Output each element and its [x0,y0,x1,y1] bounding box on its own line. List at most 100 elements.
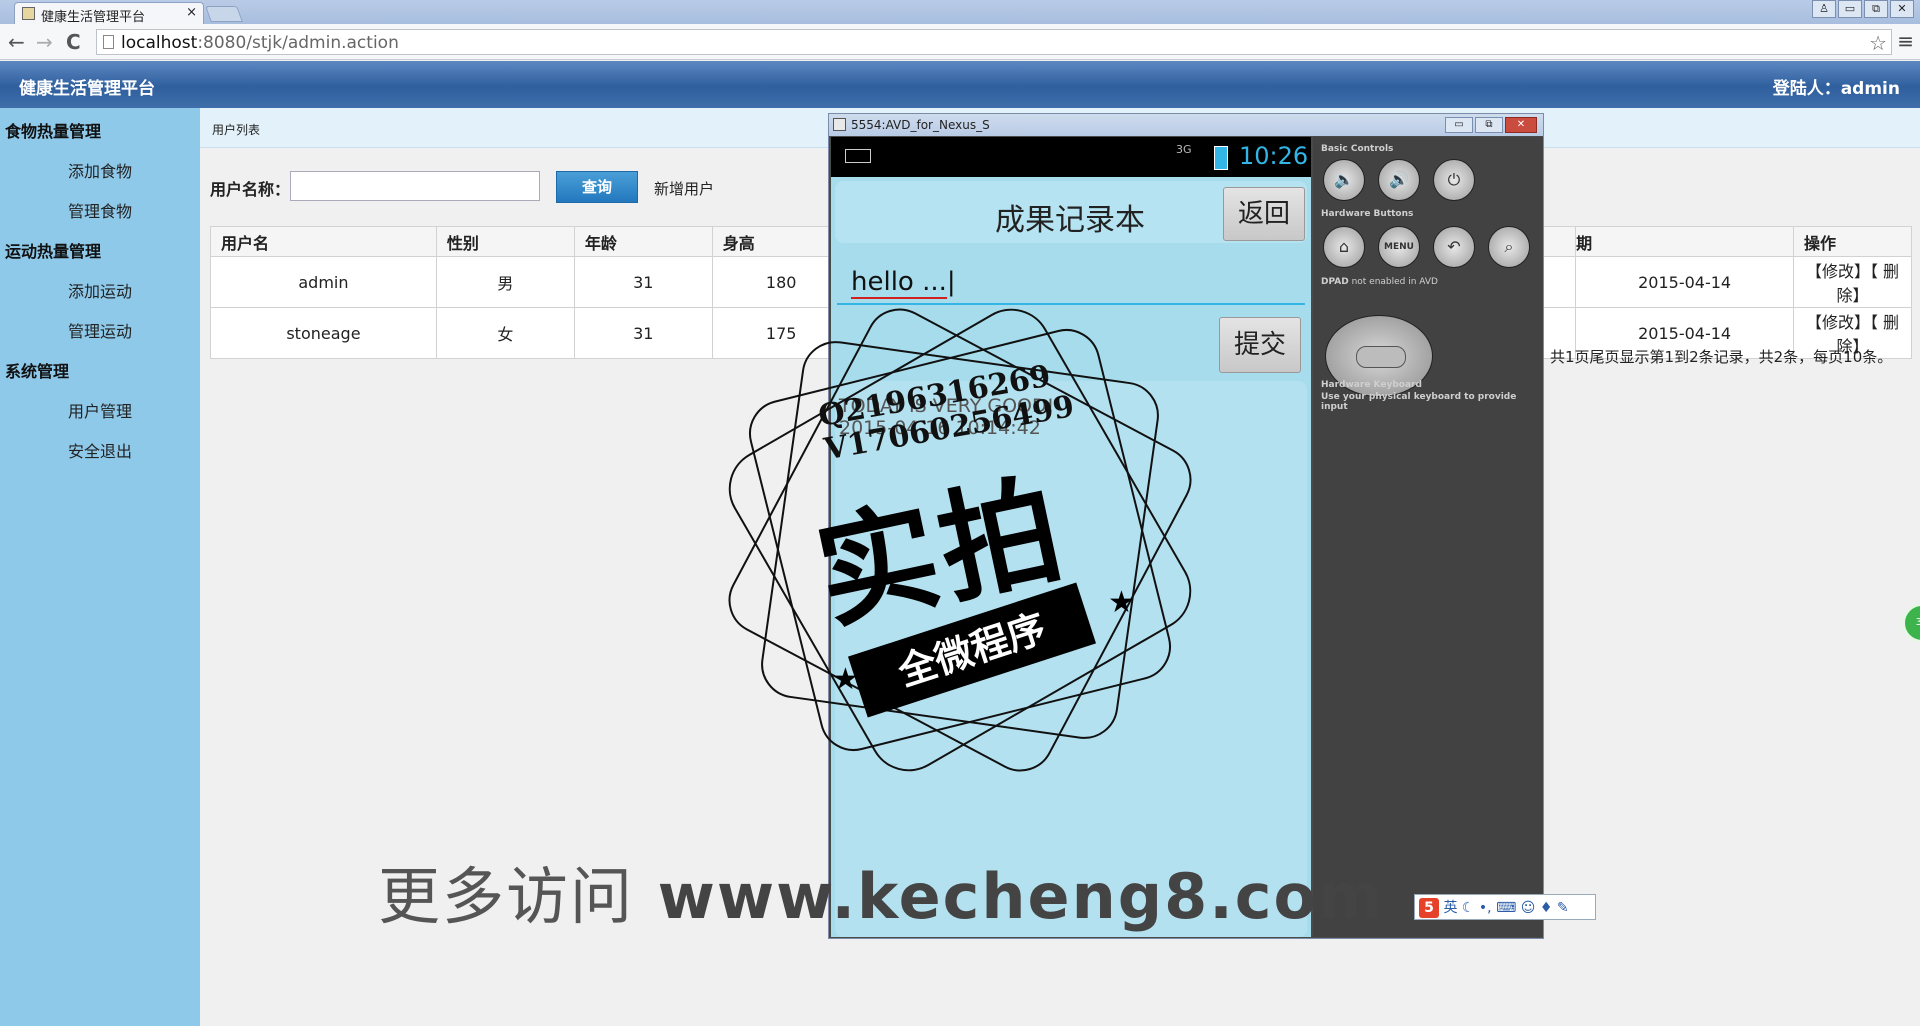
dpad-label: DPAD not enabled in AVD [1321,277,1438,287]
sidebar-item-logout[interactable]: 安全退出 [68,438,132,462]
site-watermark-cn: 更多访问 [378,860,635,933]
star-icon: ★ [1108,585,1135,620]
keyboard-icon [845,149,871,163]
app-header: 健康生活管理平台 登陆人：admin [0,61,1920,108]
ime-moon-icon[interactable]: ☾ [1462,900,1475,916]
emulator-control-panel: Basic Controls 🔈 🔊 ⏻ Hardware Buttons ⌂ … [1313,137,1543,937]
ime-user-icon[interactable]: ☺ [1521,900,1536,916]
forward-icon[interactable]: → [36,30,53,54]
sidebar-group-system[interactable]: 系统管理 [5,358,69,382]
phone-app-title: 成果记录本 [995,203,1145,238]
sidebar-item-add-food[interactable]: 添加食物 [68,158,132,182]
sidebar-group-sport[interactable]: 运动热量管理 [5,238,101,262]
hardware-keyboard-note: Use your physical keyboard to provide in… [1321,392,1517,412]
note-input-text: hello ... [851,267,947,299]
emulator-restore-button[interactable]: ⧉ [1475,117,1503,133]
dpad-note: not enabled in AVD [1351,277,1438,287]
edit-link[interactable]: 【修改】 [1806,262,1870,281]
network-indicator: 3G [1176,143,1192,156]
url-input[interactable]: localhost:8080/stjk/admin.action ☆ [96,29,1892,55]
emulator-minimize-button[interactable]: ▭ [1445,117,1473,133]
dpad-center[interactable] [1356,346,1406,368]
cell-username: admin [210,256,437,308]
username-search-input[interactable] [290,171,540,201]
hardware-buttons-label: Hardware Buttons [1321,209,1414,219]
power-icon[interactable]: ⏻ [1433,159,1475,201]
cell-gender: 男 [435,256,575,308]
sidebar-item-add-sport[interactable]: 添加运动 [68,278,132,302]
browser-tab[interactable]: 健康生活管理平台 × [14,2,204,25]
emulator-close-button[interactable]: ✕ [1505,117,1537,133]
tab-close-icon[interactable]: × [186,5,197,20]
col-date: 期 [1575,226,1795,257]
cell-date: 2015-04-14 [1575,256,1795,308]
phone-back-button[interactable]: 返回 [1223,187,1305,241]
ime-toolbar[interactable]: 5 英 ☾ •, ⌨ ☺ ♦ ✎ [1414,894,1596,920]
search-icon[interactable]: ⌕ [1488,226,1530,268]
back-arrow-icon[interactable]: ↶ [1433,226,1475,268]
star-icon: ★ [832,662,859,697]
sidebar-item-user-manage[interactable]: 用户管理 [68,398,132,422]
ime-keyboard-icon[interactable]: ⌨ [1496,900,1516,916]
col-age: 年龄 [573,226,713,257]
back-icon[interactable]: ← [8,30,25,54]
emulator-app-icon [833,118,846,131]
volume-up-icon[interactable]: 🔊 [1378,159,1420,201]
cell-age: 31 [573,256,713,308]
cell-username: stoneage [210,307,437,359]
col-actions: 操作 [1793,226,1912,257]
ime-skin-icon[interactable]: ♦ [1540,900,1553,916]
hardware-keyboard-label: Hardware Keyboard [1321,380,1422,390]
url-host: localhost [121,33,198,53]
status-time: 10:26 [1239,142,1309,170]
pager-text: 共1页尾页显示第1到2条记录，共2条，每页10条。 [1550,348,1893,366]
sidebar-item-manage-sport[interactable]: 管理运动 [68,318,132,342]
home-icon[interactable]: ⌂ [1323,226,1365,268]
dpad-title: DPAD [1321,277,1349,287]
ime-punct-icon[interactable]: •, [1479,900,1492,916]
minimize-button[interactable]: ▭ [1838,0,1862,18]
android-statusbar: 3G 10:26 [831,137,1311,177]
add-user-link[interactable]: 新增用户 [654,178,714,199]
reload-icon[interactable]: C [66,30,81,54]
menu-button[interactable]: MENU [1378,226,1420,268]
ime-logo-icon: 5 [1419,898,1439,918]
battery-icon [1214,146,1228,170]
favicon-icon [22,7,35,20]
ime-settings-icon[interactable]: ✎ [1557,900,1569,916]
window-controls: ♙ ▭ ⧉ ✕ [1812,0,1914,18]
site-watermark: 更多访问 www.kecheng8.com [378,846,1385,936]
volume-down-icon[interactable]: 🔈 [1323,159,1365,201]
phone-submit-button[interactable]: 提交 [1219,317,1301,373]
sidebar-item-manage-food[interactable]: 管理食物 [68,198,132,222]
tab-title: 健康生活管理平台 [41,10,146,25]
bookmark-star-icon[interactable]: ☆ [1869,31,1887,55]
page-icon [103,35,114,49]
new-tab-button[interactable] [205,6,243,22]
floating-badge[interactable]: 37 [1902,603,1920,643]
cell-gender: 女 [435,307,575,359]
sidebar: 食物热量管理 添加食物 管理食物 运动热量管理 添加运动 管理运动 系统管理 用… [0,108,200,1026]
emulator-titlebar: 5554:AVD_for_Nexus_S ▭ ⧉ ✕ [829,114,1543,136]
profile-icon[interactable]: ♙ [1812,0,1836,18]
site-watermark-url: www.kecheng8.com [657,860,1385,933]
close-window-button[interactable]: ✕ [1890,0,1914,18]
app-title: 健康生活管理平台 [19,79,155,99]
emulator-title: 5554:AVD_for_Nexus_S [851,118,990,132]
basic-controls-label: Basic Controls [1321,144,1394,154]
restore-button[interactable]: ⧉ [1864,0,1888,18]
note-input[interactable]: hello ...| [837,255,1305,305]
watermark-stamp: Q2196316269 V17060256499 实拍 全微程序 ★ ★ [714,294,1206,786]
cell-actions: 【修改】【 删除】 [1793,256,1912,308]
col-username: 用户名 [210,226,437,257]
query-button[interactable]: 查询 [556,171,638,203]
cell-age: 31 [573,307,713,359]
search-label: 用户名称： [210,180,291,199]
ime-mode[interactable]: 英 [1443,900,1457,916]
url-path: :8080/stjk/admin.action [197,33,399,53]
browser-menu-icon[interactable]: ≡ [1897,29,1914,53]
sidebar-group-food[interactable]: 食物热量管理 [5,118,101,142]
login-user: 登陆人：admin [1772,79,1900,99]
address-bar: ← → C localhost:8080/stjk/admin.action ☆… [0,24,1920,60]
edit-link[interactable]: 【修改】 [1806,313,1870,332]
